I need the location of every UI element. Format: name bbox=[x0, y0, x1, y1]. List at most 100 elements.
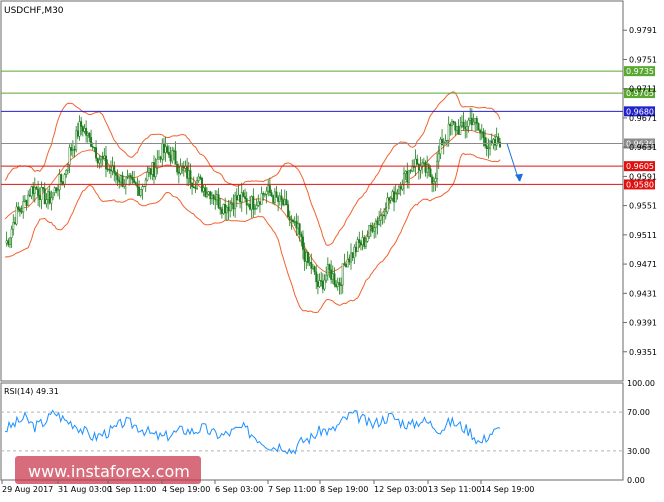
candle-body bbox=[164, 146, 167, 153]
candle-body bbox=[118, 179, 121, 183]
candle-body bbox=[206, 194, 208, 197]
candle-body bbox=[214, 198, 217, 201]
candle-body bbox=[60, 174, 63, 183]
candle-body bbox=[467, 119, 470, 127]
price-tick-label: 0.9351 bbox=[629, 348, 657, 357]
candle-body bbox=[355, 246, 357, 252]
candle-body bbox=[263, 193, 266, 196]
candle-body bbox=[343, 263, 346, 265]
candle-body bbox=[70, 147, 73, 151]
candle-body bbox=[15, 206, 18, 225]
candle-body bbox=[78, 121, 81, 137]
candle-body bbox=[371, 226, 374, 232]
candle-body bbox=[341, 263, 344, 286]
candle-body bbox=[376, 221, 379, 225]
price-tick-label: 0.9711 bbox=[629, 85, 657, 94]
candle-body bbox=[399, 186, 402, 190]
candle-body bbox=[318, 280, 321, 287]
candle-body bbox=[199, 176, 202, 179]
candle-body bbox=[359, 242, 362, 246]
x-tick-label: 1 Sep 11:00 bbox=[108, 485, 156, 494]
candle-body bbox=[391, 191, 394, 199]
candle-body bbox=[434, 178, 437, 182]
candle-body bbox=[255, 205, 258, 210]
chart-svg: USDCHF,M30 0.97350.97050.96800.96360.960… bbox=[0, 0, 664, 498]
candle-body bbox=[98, 159, 101, 164]
price-tick-label: 0.9511 bbox=[629, 231, 657, 240]
candle-body bbox=[179, 166, 182, 174]
candle-body bbox=[154, 167, 157, 177]
candle-body bbox=[177, 171, 180, 174]
candle-body bbox=[186, 166, 189, 179]
candle-body bbox=[373, 227, 376, 232]
candle-body bbox=[52, 192, 54, 198]
candle-body bbox=[335, 284, 338, 287]
candle-body bbox=[73, 149, 76, 151]
candle-body bbox=[477, 123, 480, 131]
rsi-tick-label: 100.00 bbox=[627, 379, 655, 388]
price-tick-label: 0.9791 bbox=[629, 26, 657, 35]
candle-body bbox=[282, 199, 285, 206]
candle-body bbox=[143, 185, 146, 188]
candle-body bbox=[139, 189, 142, 196]
candle-body bbox=[219, 207, 222, 210]
candle-body bbox=[452, 121, 455, 124]
candle-body bbox=[227, 206, 230, 212]
candle-body bbox=[32, 186, 35, 194]
candle-body bbox=[287, 204, 290, 217]
candle-body bbox=[308, 262, 311, 264]
candle-body bbox=[326, 264, 329, 276]
candle-body bbox=[328, 264, 331, 271]
candle-body bbox=[57, 189, 59, 192]
candle-body bbox=[162, 143, 165, 153]
candle-body bbox=[100, 155, 102, 161]
candle-body bbox=[444, 140, 447, 143]
candle-body bbox=[151, 162, 154, 175]
candle-body bbox=[412, 166, 415, 168]
candle-body bbox=[20, 211, 23, 213]
candle-body bbox=[192, 186, 195, 188]
price-tick-label: 0.9751 bbox=[629, 55, 657, 64]
candle-body bbox=[437, 153, 440, 162]
candle-body bbox=[302, 236, 304, 250]
candle-body bbox=[245, 198, 248, 206]
candle-body bbox=[18, 208, 21, 212]
candle-body bbox=[197, 176, 200, 181]
candle-body bbox=[401, 184, 404, 190]
candle-body bbox=[7, 240, 10, 245]
candle-body bbox=[464, 126, 467, 130]
price-tick-label: 0.9551 bbox=[629, 202, 657, 211]
candle-body bbox=[379, 215, 382, 221]
candle-body bbox=[472, 121, 475, 126]
candle-body bbox=[75, 130, 78, 151]
candle-body bbox=[25, 199, 28, 206]
candle-body bbox=[460, 121, 463, 127]
price-panel: USDCHF,M30 0.97350.97050.96800.96360.960… bbox=[0, 0, 657, 382]
candle-body bbox=[166, 146, 169, 153]
candle-body bbox=[459, 125, 462, 135]
candle-body bbox=[146, 172, 149, 181]
candle-body bbox=[204, 187, 207, 197]
candle-body bbox=[85, 128, 88, 136]
candle-body bbox=[235, 195, 238, 201]
candle-body bbox=[330, 269, 333, 280]
level-label: 0.9735 bbox=[626, 67, 654, 76]
candle-body bbox=[273, 191, 276, 203]
candle-body bbox=[65, 170, 68, 175]
candle-body bbox=[366, 236, 369, 242]
candle-body bbox=[189, 170, 192, 184]
candle-body bbox=[141, 186, 144, 190]
candle-body bbox=[30, 186, 33, 197]
candle-body bbox=[310, 262, 313, 269]
candle-body bbox=[403, 173, 405, 186]
candle-body bbox=[116, 174, 119, 181]
candle-body bbox=[470, 117, 473, 126]
candle-body bbox=[432, 181, 435, 184]
candle-body bbox=[346, 259, 349, 268]
candle-body bbox=[171, 150, 174, 162]
x-tick-label: 13 Sep 11:00 bbox=[428, 485, 481, 494]
candle-body bbox=[187, 170, 190, 179]
candle-body bbox=[427, 164, 430, 170]
candle-body bbox=[222, 204, 225, 214]
candle-body bbox=[12, 222, 15, 230]
